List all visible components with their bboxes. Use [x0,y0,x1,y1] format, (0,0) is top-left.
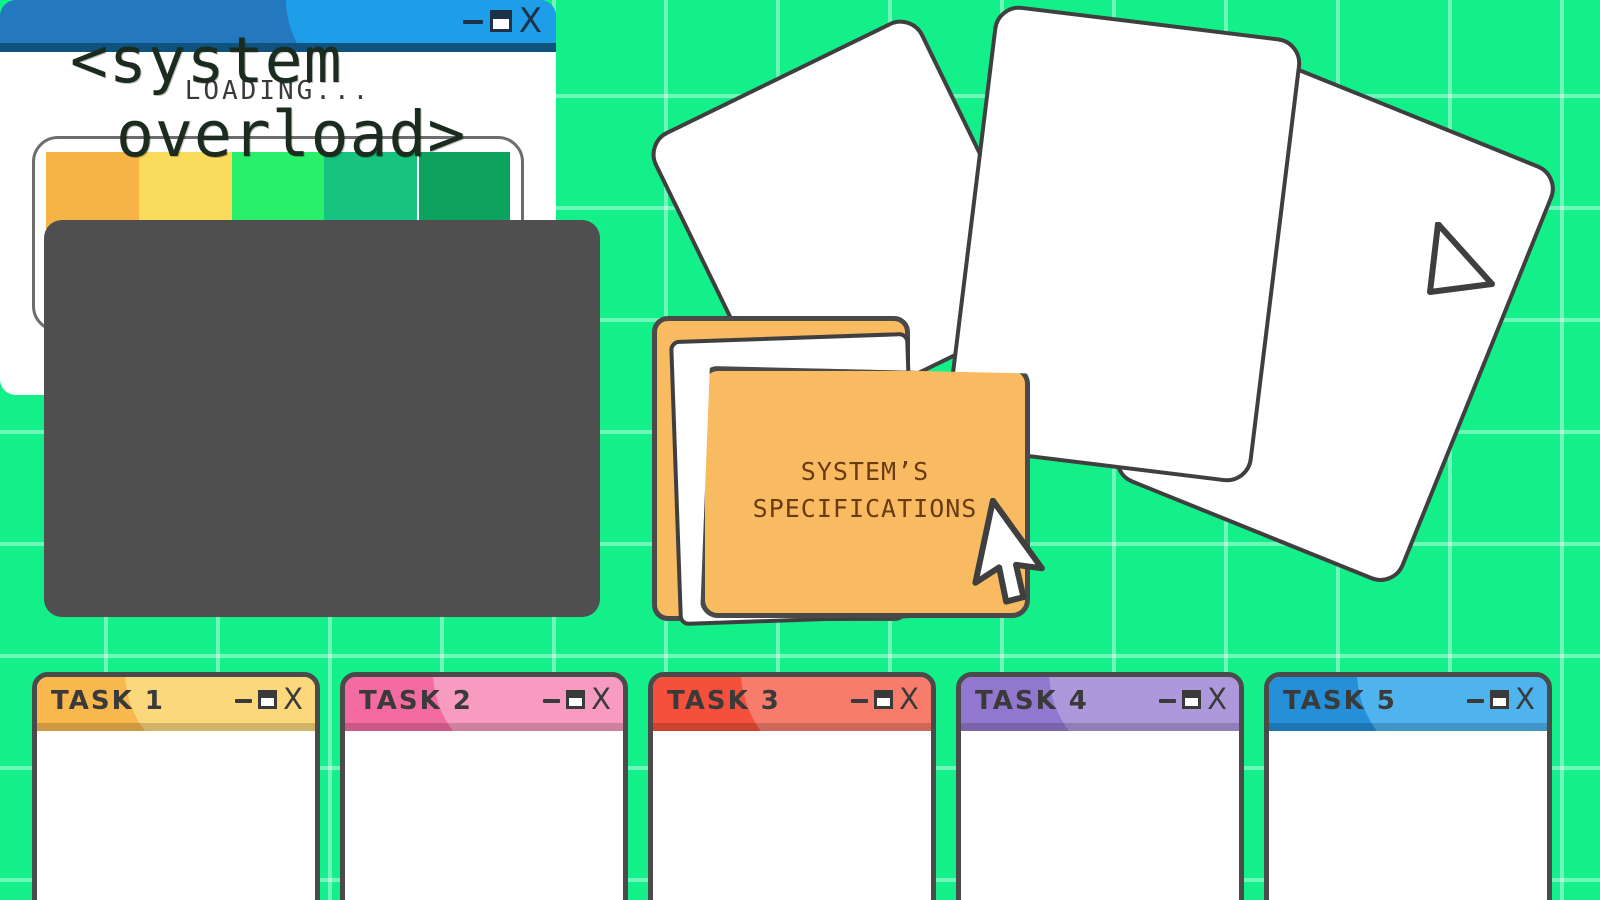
maximize-icon[interactable] [258,690,278,709]
task-3-titlebar[interactable]: TASK 3 X [653,677,931,731]
task-5-titlebar[interactable]: TASK 5 X [1269,677,1547,731]
titlebar-underline [1269,723,1547,731]
task-2-titlebar[interactable]: TASK 2 X [345,677,623,731]
close-icon[interactable]: X [283,685,303,714]
titlebar-underline [653,723,931,731]
maximize-icon[interactable] [489,10,512,32]
task-1-body [37,731,315,900]
task-5-body [1269,731,1547,900]
titlebar-underline [37,723,315,731]
task-3-body [653,731,931,900]
task-1-titlebar[interactable]: TASK 1 X [37,677,315,731]
task-4-window-controls[interactable]: X [1159,685,1227,714]
maximize-icon[interactable] [874,690,894,709]
window-controls[interactable]: X [462,4,542,38]
task-5-window-controls[interactable]: X [1467,685,1535,714]
task-4-title: TASK 4 [975,686,1089,716]
minimize-icon[interactable] [543,698,561,703]
maximize-icon[interactable] [566,690,586,709]
folder-label: SYSTEM’S SPECIFICATIONS [752,457,978,523]
folder-front-flap[interactable]: SYSTEM’S SPECIFICATIONS [700,366,1030,618]
maximize-icon[interactable] [1490,690,1510,709]
task-1-title: TASK 1 [51,686,165,716]
task-4-titlebar[interactable]: TASK 4 X [961,677,1239,731]
close-icon[interactable]: X [1515,685,1535,714]
close-icon[interactable]: X [1207,685,1227,714]
minimize-icon[interactable] [235,698,253,703]
task-3-title: TASK 3 [667,686,781,716]
task-1-window-controls[interactable]: X [235,685,303,714]
task-5-title: TASK 5 [1283,686,1397,716]
titlebar-underline [345,723,623,731]
task-3-window-controls[interactable]: X [851,685,919,714]
task-2-title: TASK 2 [359,686,473,716]
task-2-window-controls[interactable]: X [543,685,611,714]
close-icon[interactable]: X [519,4,542,38]
task-window-5[interactable]: TASK 5 X [1264,672,1552,900]
page-title-line-2: overload> [116,98,467,171]
task-window-3[interactable]: TASK 3 X [648,672,936,900]
minimize-icon[interactable] [851,698,869,703]
minimize-icon[interactable] [1159,698,1177,703]
task-window-4[interactable]: TASK 4 X [956,672,1244,900]
titlebar-underline [961,723,1239,731]
maximize-icon[interactable] [1182,690,1202,709]
task-2-body [345,731,623,900]
task-4-body [961,731,1239,900]
minimize-icon[interactable] [1467,698,1485,703]
page-title-line-1: <system [70,24,343,97]
task-window-1[interactable]: TASK 1 X [32,672,320,900]
close-icon[interactable]: X [899,685,919,714]
loading-dialog-shadow [44,220,600,617]
task-window-2[interactable]: TASK 2 X [340,672,628,900]
system-specifications-folder[interactable]: SYSTEM’S SPECIFICATIONS [652,310,1052,627]
close-icon[interactable]: X [591,685,611,714]
page-title: <system overload> [70,24,466,172]
